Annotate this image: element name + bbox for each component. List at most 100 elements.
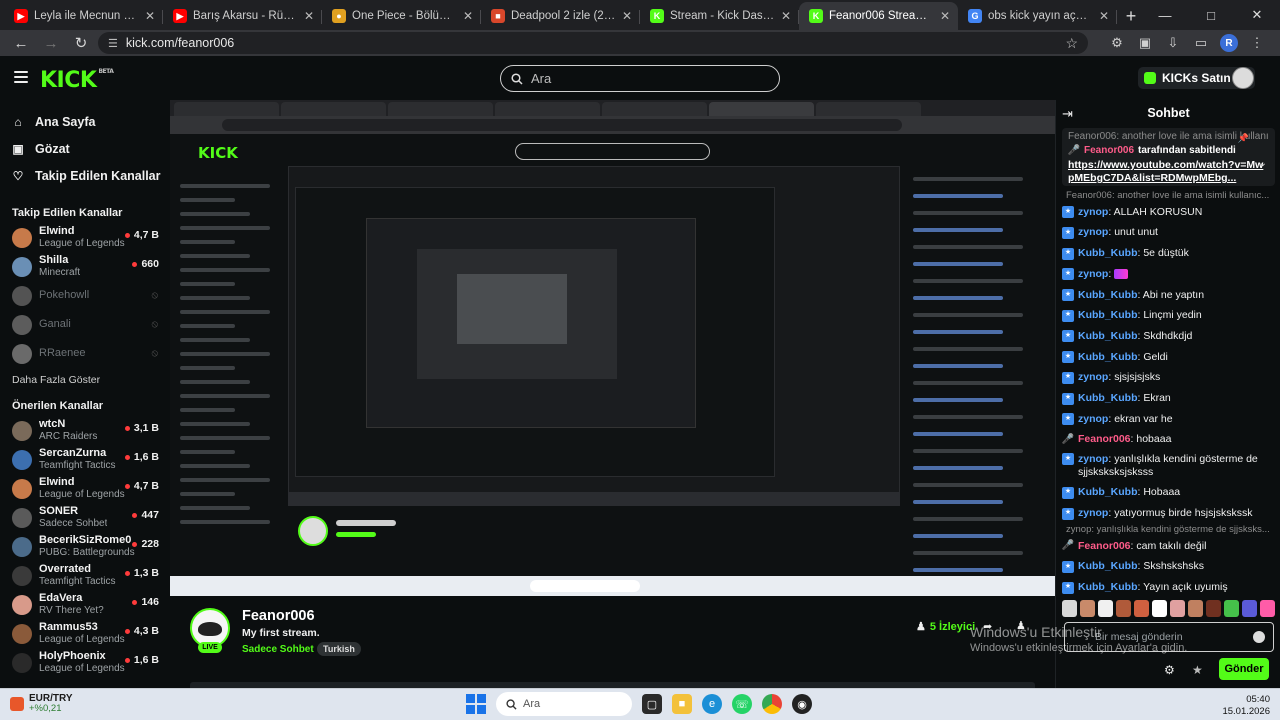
chat-message[interactable]: ★ zynop: yatıyormuş birde hsjsjskskssk — [1062, 503, 1275, 524]
emote-icon[interactable] — [1224, 600, 1239, 617]
chat-message[interactable]: ★ Kubb_Kubb: Yayın açık uyumiş — [1062, 577, 1275, 598]
browser-tab[interactable]: ■ Deadpool 2 izle (2018) | HDFilm ✕ — [481, 2, 640, 30]
chat-username[interactable]: Kubb_Kubb — [1078, 486, 1138, 498]
emote-icon[interactable] — [1170, 600, 1185, 617]
hamburger-menu-icon[interactable] — [14, 71, 28, 83]
chat-message[interactable]: ★ Kubb_Kubb: 5e düştük — [1062, 243, 1275, 264]
sidebar-channel[interactable]: Rammus53 League of Legends 4,3 B — [0, 619, 170, 648]
download-icon[interactable]: ⇩ — [1164, 34, 1182, 52]
stream-video-player[interactable]: KICK — [170, 100, 1055, 596]
pinned-message[interactable]: Feanor006: another love ile ama isimli k… — [1062, 128, 1275, 186]
back-icon[interactable]: ← — [8, 31, 34, 55]
new-tab-button[interactable]: + — [1117, 2, 1145, 30]
sidebar-channel[interactable]: Elwind League of Legends 4,7 B — [0, 223, 170, 252]
profile-avatar[interactable]: R — [1220, 34, 1238, 52]
chat-message[interactable]: ★ zynop: — [1062, 264, 1275, 285]
close-window-icon[interactable]: ✕ — [1234, 0, 1280, 30]
browser-tab[interactable]: ● One Piece - Bölüm 1170 - Rüyı ✕ — [322, 2, 481, 30]
streamer-name[interactable]: Feanor006 — [242, 608, 315, 624]
chat-message[interactable]: ★ zynop: sjsjsjsjsks — [1062, 368, 1275, 389]
chat-username[interactable]: zynop — [1078, 226, 1108, 238]
emote-icon[interactable] — [1134, 600, 1149, 617]
close-tab-icon[interactable]: ✕ — [940, 9, 950, 23]
browser-tab[interactable]: Gobs kick yayın açma - Google'd ✕ — [958, 2, 1117, 30]
nav-item-heart[interactable]: ♡ Takip Edilen Kanallar — [12, 162, 170, 189]
chat-message[interactable]: ★ zynop: ALLAH KORUSUN — [1062, 202, 1275, 223]
sidebar-channel[interactable]: EdaVera RV There Yet? 146 — [0, 590, 170, 619]
pinned-link[interactable]: https://www.youtube.com/watch?v=MwpMEbgC… — [1068, 159, 1269, 185]
sidebar-channel[interactable]: SercanZurna Teamfight Tactics 1,6 B — [0, 445, 170, 474]
search-input[interactable]: Ara — [500, 65, 780, 92]
browser-tab[interactable]: K Feanor006 Stream - Watch Live ✕ — [799, 2, 958, 30]
emote-icon[interactable] — [1098, 600, 1113, 617]
emote-icon[interactable] — [1206, 600, 1221, 617]
chat-username[interactable]: Feanor006 — [1078, 540, 1131, 552]
menu-kebab-icon[interactable]: ⋮ — [1248, 34, 1266, 52]
close-tab-icon[interactable]: ✕ — [1099, 9, 1109, 23]
obs-icon[interactable]: ◉ — [792, 694, 812, 714]
close-tab-icon[interactable]: ✕ — [145, 9, 155, 23]
extensions-icon[interactable]: ⚙ — [1108, 34, 1126, 52]
emote-icon[interactable] — [1188, 600, 1203, 617]
whatsapp-icon[interactable]: ☏ — [732, 694, 752, 714]
chevron-down-icon[interactable]: ⌄ — [1259, 158, 1267, 169]
chat-tools-icon[interactable]: ★ — [1192, 663, 1203, 677]
language-tag[interactable]: Turkish — [317, 642, 361, 656]
sidebar-channel[interactable]: SONER Sadece Sohbet 447 — [0, 503, 170, 532]
chat-message[interactable]: ★ Kubb_Kubb: Geldi — [1062, 347, 1275, 368]
sidebar-icon[interactable]: ▭ — [1192, 34, 1210, 52]
chat-username[interactable]: Feanor006 — [1078, 433, 1131, 445]
fx-widget[interactable]: EUR/TRY +%0,21 — [10, 693, 73, 714]
emoji-picker-icon[interactable] — [1253, 631, 1265, 643]
taskview-icon[interactable]: ▢ — [642, 694, 662, 714]
chat-message[interactable]: ★ Kubb_Kubb: Skdhdkdjd — [1062, 326, 1275, 347]
chat-username[interactable]: Kubb_Kubb — [1078, 392, 1138, 404]
minimize-icon[interactable]: — — [1142, 0, 1188, 30]
show-more-link[interactable]: Daha Fazla Göster — [0, 370, 170, 390]
close-tab-icon[interactable]: ✕ — [463, 9, 473, 23]
chat-message[interactable]: ★ Kubb_Kubb: Hobaaa — [1062, 483, 1275, 504]
browser-tab[interactable]: K Stream - Kick Dashboard ✕ — [640, 2, 799, 30]
chat-message[interactable]: ★ zynop: unut unut — [1062, 223, 1275, 244]
chat-message[interactable]: ★ zynop: yanlışlıkla kendini gösterme de … — [1062, 450, 1275, 482]
edge-icon[interactable]: e — [702, 694, 722, 714]
chrome-icon[interactable] — [762, 694, 782, 714]
chat-message[interactable]: ★ Kubb_Kubb: Ekran — [1062, 388, 1275, 409]
chat-username[interactable]: zynop — [1078, 268, 1108, 280]
chat-username[interactable]: zynop — [1078, 413, 1108, 425]
stream-category-link[interactable]: Sadece Sohbet — [242, 644, 314, 655]
chat-message[interactable]: ★ Kubb_Kubb: Abi ne yaptın — [1062, 285, 1275, 306]
close-tab-icon[interactable]: ✕ — [622, 9, 632, 23]
emote-icon[interactable] — [1080, 600, 1095, 617]
close-tab-icon[interactable]: ✕ — [781, 9, 791, 23]
nav-item-home[interactable]: ⌂ Ana Sayfa — [12, 108, 170, 135]
send-button[interactable]: Gönder — [1219, 658, 1269, 680]
sidebar-channel[interactable]: wtcN ARC Raiders 3,1 B — [0, 416, 170, 445]
sidebar-channel[interactable]: Elwind League of Legends 4,7 B — [0, 474, 170, 503]
chat-message[interactable]: ★ zynop: ekran var he — [1062, 409, 1275, 430]
bookmark-star-icon[interactable]: ☆ — [1065, 35, 1078, 52]
sidebar-channel[interactable]: Ganali ⦸ — [0, 310, 170, 339]
close-tab-icon[interactable]: ✕ — [304, 9, 314, 23]
file-explorer-icon[interactable]: ■ — [672, 694, 692, 714]
user-avatar[interactable] — [1232, 67, 1254, 89]
sidebar-channel[interactable]: Overrated Teamfight Tactics 1,3 B — [0, 561, 170, 590]
kick-logo[interactable]: KICK BETA — [40, 68, 114, 93]
sidebar-channel[interactable]: BecerikSizRome0 PUBG: Battlegrounds 228 — [0, 532, 170, 561]
emote-icon[interactable] — [1260, 600, 1275, 617]
address-bar[interactable]: ☰ kick.com/feanor006 ☆ — [98, 32, 1088, 54]
site-info-icon[interactable]: ☰ — [108, 37, 118, 50]
nav-item-browse[interactable]: ▣ Gözat — [12, 135, 170, 162]
tab-cast-icon[interactable]: ▣ — [1136, 34, 1154, 52]
chat-username[interactable]: zynop — [1078, 507, 1108, 519]
chat-username[interactable]: zynop — [1078, 371, 1108, 383]
emote-icon[interactable] — [1152, 600, 1167, 617]
system-clock[interactable]: 05:40 15.01.2026 — [1222, 694, 1270, 719]
start-button[interactable] — [466, 694, 486, 714]
browser-tab[interactable]: ▶ Barış Akarsu - Rüzgar - You ✕ — [163, 2, 322, 30]
chat-username[interactable]: Kubb_Kubb — [1078, 351, 1138, 363]
taskbar-search[interactable]: Ara — [496, 692, 632, 716]
sidebar-channel[interactable]: Shilla Minecraft 660 — [0, 252, 170, 281]
chat-message[interactable]: ★ Kubb_Kubb: Linçmi yedin — [1062, 305, 1275, 326]
pin-icon[interactable]: 📌 — [1238, 133, 1249, 144]
